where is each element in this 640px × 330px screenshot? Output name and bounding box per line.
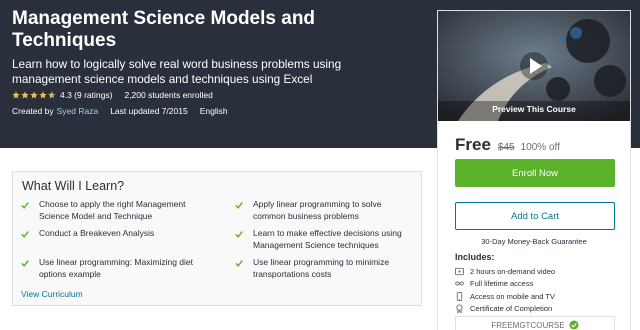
video-icon [455, 267, 464, 275]
course-title: Management Science Models and Techniques [12, 8, 316, 51]
learn-item-text: Learn to make effective decisions using … [253, 228, 402, 250]
learn-title: What Will I Learn? [22, 179, 125, 193]
preview-label: Preview This Course [492, 104, 576, 114]
rating-stars [12, 91, 56, 99]
check-icon [21, 202, 29, 209]
coupon-code: FREEMGTCOURSE [491, 320, 565, 330]
instructor-link[interactable]: Syed Raza [57, 106, 99, 116]
check-circle-icon [569, 320, 579, 330]
students-enrolled: 2,200 students enrolled [124, 90, 213, 100]
star-icon [39, 91, 47, 99]
play-icon[interactable] [519, 51, 549, 81]
view-curriculum-link[interactable]: View Curriculum [21, 289, 83, 299]
list-item: Apply linear programming to solve common… [235, 199, 415, 222]
list-item: Choose to apply the right Management Sci… [21, 199, 201, 222]
course-preview[interactable]: Preview This Course [438, 11, 630, 121]
last-updated: Last updated 7/2015 [110, 106, 188, 116]
check-icon [235, 260, 243, 267]
enroll-now-button[interactable]: Enroll Now [455, 159, 615, 187]
star-icon [21, 91, 29, 99]
original-price: $45 [497, 142, 515, 153]
includes-title: Includes: [455, 252, 495, 262]
include-text: 2 hours on-demand video [470, 266, 556, 276]
course-subtitle: Learn how to logically solve real word b… [12, 57, 342, 86]
what-will-i-learn-panel: What Will I Learn? Choose to apply the r… [12, 171, 422, 306]
star-icon [30, 91, 38, 99]
list-item: Full lifetime access [455, 278, 625, 291]
learn-item-text: Conduct a Breakeven Analysis [39, 228, 155, 238]
learn-item-text: Use linear programming: Maximizing diet … [39, 257, 194, 279]
list-item: Conduct a Breakeven Analysis [21, 228, 201, 240]
discount-text: 100% off [520, 142, 560, 153]
learn-item-text: Use linear programming to minimize trans… [253, 257, 390, 279]
list-item: Use linear programming to minimize trans… [235, 257, 415, 280]
rating-text: 4.3 (9 ratings) [60, 90, 113, 100]
check-icon [21, 260, 29, 267]
list-item: Learn to make effective decisions using … [235, 228, 415, 251]
star-icon [12, 91, 20, 99]
include-text: Certificate of Completion [470, 304, 553, 314]
coupon-code-box[interactable]: FREEMGTCOURSE [455, 316, 615, 330]
current-price: Free [455, 135, 491, 154]
created-by-label: Created by [12, 106, 54, 116]
rating-row: 4.3 (9 ratings) 2,200 students enrolled [12, 89, 213, 101]
check-icon [21, 231, 29, 238]
list-item: Certificate of Completion [455, 303, 625, 316]
infinity-icon [455, 281, 464, 286]
purchase-sidebar: Preview This Course Free $45 100% off En… [437, 10, 631, 330]
price-row: Free $45 100% off [455, 135, 560, 155]
money-back-guarantee: 30-Day Money-Back Guarantee [481, 237, 587, 246]
half-star-icon [48, 91, 56, 99]
include-text: Access on mobile and TV [470, 291, 555, 301]
course-language: English [199, 106, 228, 116]
list-item: Use linear programming: Maximizing diet … [21, 257, 201, 280]
certificate-icon [456, 304, 463, 314]
learn-item-text: Apply linear programming to solve common… [253, 199, 382, 221]
course-meta: Created by Syed Raza Last updated 7/2015… [12, 105, 228, 117]
list-item: 2 hours on-demand video [455, 265, 625, 278]
include-text: Full lifetime access [470, 279, 534, 289]
check-icon [235, 231, 243, 238]
check-icon [235, 202, 243, 209]
add-to-cart-button[interactable]: Add to Cart [455, 202, 615, 230]
includes-list: 2 hours on-demand video Full lifetime ac… [455, 265, 625, 315]
list-item: Access on mobile and TV [455, 290, 625, 303]
learn-item-text: Choose to apply the right Management Sci… [39, 199, 186, 221]
mobile-icon [456, 291, 463, 301]
